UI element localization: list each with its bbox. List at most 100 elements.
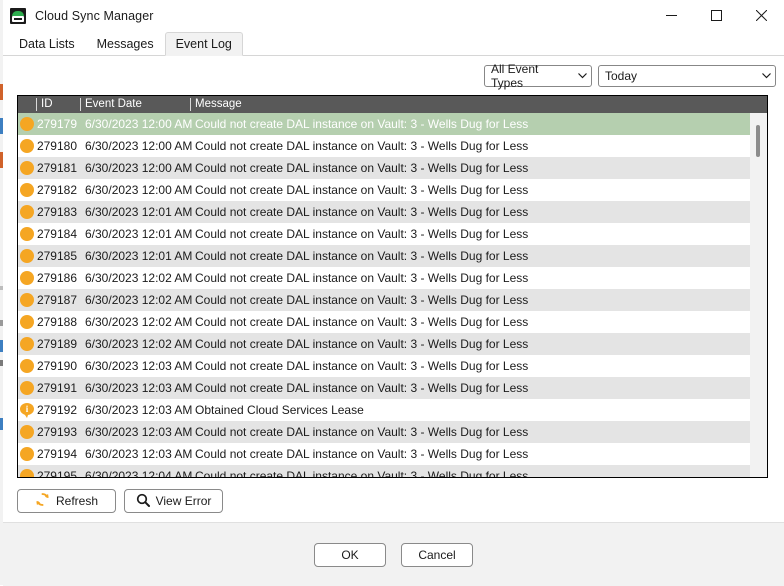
- cell-id: 279186: [36, 271, 77, 285]
- cloud-sync-icon: [10, 7, 26, 24]
- cell-event-date: 6/30/2023 12:02 AM: [85, 271, 193, 285]
- dialog-footer-buttons: OK Cancel: [3, 523, 784, 586]
- cell-message: Could not create DAL instance on Vault: …: [195, 117, 529, 131]
- event-log-panel: All Event Types Today ID Event Date Mess…: [3, 56, 784, 586]
- table-row[interactable]: 279185 6/30/2023 12:01 AM Could not create…: [18, 245, 767, 267]
- table-row[interactable]: 279179 6/30/2023 12:00 AM Could not create…: [18, 113, 767, 135]
- cell-id: 279189: [36, 337, 77, 351]
- search-icon: [136, 493, 150, 510]
- warning-icon: [18, 381, 36, 395]
- window-title: Cloud Sync Manager: [35, 8, 154, 23]
- warning-icon: [18, 469, 36, 477]
- grid-header-row: ID Event Date Message: [18, 96, 767, 113]
- tab-messages[interactable]: Messages: [86, 31, 165, 55]
- cell-event-date: 6/30/2023 12:00 AM: [85, 161, 193, 175]
- warning-icon: [18, 425, 36, 439]
- column-header-event-date[interactable]: Event Date: [80, 98, 190, 111]
- maximize-button[interactable]: [694, 0, 739, 31]
- column-header-id[interactable]: ID: [36, 98, 80, 111]
- cell-id: 279192: [36, 403, 77, 417]
- cell-message: Could not create DAL instance on Vault: …: [195, 315, 529, 329]
- close-button[interactable]: [739, 0, 784, 31]
- warning-icon: [18, 249, 36, 263]
- table-row[interactable]: 279194 6/30/2023 12:03 AM Could not create…: [18, 443, 767, 465]
- cell-message: Could not create DAL instance on Vault: …: [195, 139, 529, 153]
- tab-strip: Data Lists Messages Event Log: [3, 31, 784, 56]
- filter-bar: All Event Types Today: [484, 62, 776, 90]
- cell-id: 279195: [36, 469, 77, 477]
- cell-message: Could not create DAL instance on Vault: …: [195, 183, 529, 197]
- table-row[interactable]: 279187 6/30/2023 12:02 AM Could not create…: [18, 289, 767, 311]
- tab-data-lists[interactable]: Data Lists: [8, 31, 86, 55]
- cell-id: 279185: [36, 249, 77, 263]
- tab-event-log[interactable]: Event Log: [164, 32, 243, 56]
- warning-icon: [18, 117, 36, 131]
- table-row[interactable]: 279193 6/30/2023 12:03 AM Could not create…: [18, 421, 767, 443]
- minimize-button[interactable]: [649, 0, 694, 31]
- table-row[interactable]: 279191 6/30/2023 12:03 AM Could not create…: [18, 377, 767, 399]
- cell-id: 279181: [36, 161, 77, 175]
- column-header-icon[interactable]: [18, 98, 36, 111]
- table-row[interactable]: 279188 6/30/2023 12:02 AM Could not create…: [18, 311, 767, 333]
- cell-message: Could not create DAL instance on Vault: …: [195, 227, 529, 241]
- cell-id: 279179: [36, 117, 77, 131]
- column-header-message[interactable]: Message: [190, 98, 767, 111]
- info-icon: i: [18, 402, 36, 418]
- warning-icon: [18, 205, 36, 219]
- cell-event-date: 6/30/2023 12:00 AM: [85, 117, 193, 131]
- cell-message: Could not create DAL instance on Vault: …: [195, 359, 529, 373]
- table-row[interactable]: 279181 6/30/2023 12:00 AM Could not create…: [18, 157, 767, 179]
- warning-icon: [18, 337, 36, 351]
- warning-icon: [18, 139, 36, 153]
- cell-id: 279183: [36, 205, 77, 219]
- ok-button-label: OK: [341, 547, 359, 562]
- view-error-button[interactable]: View Error: [124, 489, 223, 513]
- event-log-grid[interactable]: ID Event Date Message 279179 6/30/2023 12…: [17, 95, 768, 478]
- cell-id: 279184: [36, 227, 77, 241]
- tab-label: Event Log: [175, 37, 232, 51]
- cell-event-date: 6/30/2023 12:03 AM: [85, 381, 193, 395]
- table-row[interactable]: 279190 6/30/2023 12:03 AM Could not create…: [18, 355, 767, 377]
- cell-event-date: 6/30/2023 12:01 AM: [85, 227, 193, 241]
- date-range-select[interactable]: Today: [598, 65, 776, 87]
- table-row[interactable]: 279182 6/30/2023 12:00 AM Could not create…: [18, 179, 767, 201]
- table-row[interactable]: 279180 6/30/2023 12:00 AM Could not create…: [18, 135, 767, 157]
- table-row[interactable]: 279186 6/30/2023 12:02 AM Could not create…: [18, 267, 767, 289]
- refresh-button[interactable]: Refresh: [17, 489, 116, 513]
- table-row[interactable]: i 279192 6/30/2023 12:03 AM Obtained Cloud …: [18, 399, 767, 421]
- table-row[interactable]: 279183 6/30/2023 12:01 AM Could not create…: [18, 201, 767, 223]
- cell-id: 279187: [36, 293, 77, 307]
- grid-vertical-scrollbar[interactable]: [750, 113, 767, 477]
- warning-icon: [18, 315, 36, 329]
- cell-message: Could not create DAL instance on Vault: …: [195, 425, 529, 439]
- table-row[interactable]: 279195 6/30/2023 12:04 AM Could not create…: [18, 465, 767, 477]
- cell-message: Could not create DAL instance on Vault: …: [195, 293, 529, 307]
- cell-message: Could not create DAL instance on Vault: …: [195, 337, 529, 351]
- table-row[interactable]: 279189 6/30/2023 12:02 AM Could not create…: [18, 333, 767, 355]
- cell-id: 279180: [36, 139, 77, 153]
- event-type-select[interactable]: All Event Types: [484, 62, 592, 90]
- table-row[interactable]: 279184 6/30/2023 12:01 AM Could not create…: [18, 223, 767, 245]
- cell-event-date: 6/30/2023 12:03 AM: [85, 447, 193, 461]
- refresh-button-label: Refresh: [55, 494, 99, 508]
- cell-id: 279182: [36, 183, 77, 197]
- cancel-button-label: Cancel: [418, 547, 456, 562]
- cell-message: Could not create DAL instance on Vault: …: [195, 469, 529, 477]
- dialog-footer: OK Cancel: [3, 522, 784, 586]
- cell-message: Could not create DAL instance on Vault: …: [195, 205, 529, 219]
- cell-event-date: 6/30/2023 12:02 AM: [85, 293, 193, 307]
- cell-event-date: 6/30/2023 12:02 AM: [85, 337, 193, 351]
- cell-event-date: 6/30/2023 12:01 AM: [85, 205, 193, 219]
- cell-id: 279194: [36, 447, 77, 461]
- cell-id: 279188: [36, 315, 77, 329]
- warning-icon: [18, 293, 36, 307]
- warning-icon: [18, 271, 36, 285]
- ok-button[interactable]: OK: [314, 542, 386, 567]
- chevron-down-icon: [573, 73, 591, 79]
- cell-message: Could not create DAL instance on Vault: …: [195, 271, 529, 285]
- cell-id: 279191: [36, 381, 77, 395]
- cell-event-date: 6/30/2023 12:01 AM: [85, 249, 193, 263]
- cell-event-date: 6/30/2023 12:00 AM: [85, 183, 193, 197]
- cancel-button[interactable]: Cancel: [401, 542, 473, 567]
- grid-scrollbar-thumb[interactable]: [756, 125, 760, 157]
